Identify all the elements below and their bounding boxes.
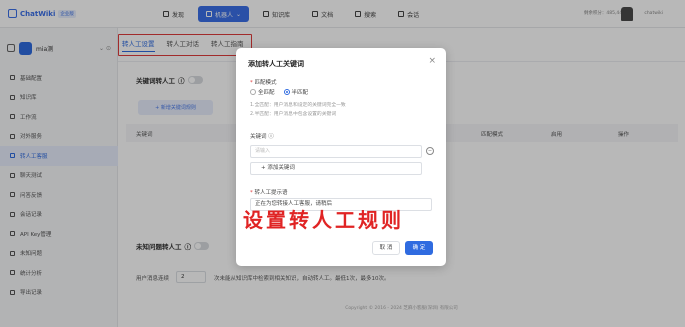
hint-full-match: 1.全匹配：用户消息和设定的关键词完全一致 xyxy=(250,103,346,108)
radio-icon xyxy=(250,89,256,95)
help-icon: ⓘ xyxy=(268,134,274,140)
radio-partial-match[interactable]: 半匹配 xyxy=(283,88,309,96)
match-mode-label: * 匹配模式 xyxy=(250,80,277,86)
keyword-label: 关键词 ⓘ xyxy=(250,132,274,140)
radio-label: 全匹配 xyxy=(258,90,275,96)
keyword-label-text: 关键词 xyxy=(250,134,267,140)
match-mode-label-text: 匹配模式 xyxy=(254,80,277,86)
hint-partial-match: 2.半匹配：用户消息中包含设置的关键词 xyxy=(250,112,337,117)
radio-checked-icon xyxy=(283,89,290,95)
prompt-label: * 转人工提示语 xyxy=(250,190,288,196)
keyword-input[interactable]: 请输入 xyxy=(250,145,422,158)
confirm-button[interactable]: 确 定 xyxy=(405,241,433,255)
radio-label: 半匹配 xyxy=(291,90,309,96)
remove-keyword-icon[interactable]: − xyxy=(426,147,434,155)
prompt-label-text: 转人工提示语 xyxy=(254,190,288,196)
close-icon[interactable]: × xyxy=(428,57,436,66)
dialog-title: 添加转人工关键词 xyxy=(248,60,304,68)
match-mode-options: 全匹配 半匹配 xyxy=(250,88,308,96)
cancel-button[interactable]: 取 消 xyxy=(372,241,400,255)
add-keyword-button[interactable]: + 添加关键词 xyxy=(250,162,422,175)
annotation-caption: 设置转人工规则 xyxy=(243,208,404,232)
add-keyword-dialog: 添加转人工关键词 × * 匹配模式 全匹配 半匹配 1.全匹配：用户消息和设定的… xyxy=(236,48,446,266)
radio-full-match[interactable]: 全匹配 xyxy=(250,88,275,96)
